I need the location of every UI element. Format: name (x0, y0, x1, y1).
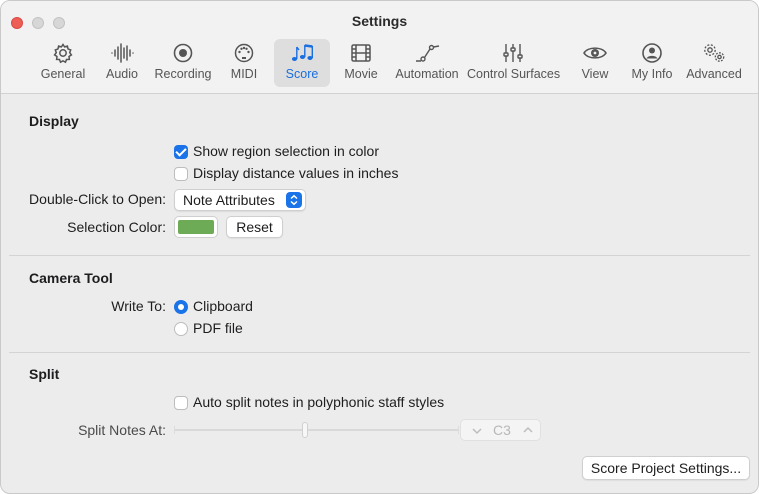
tab-movie-label: Movie (344, 67, 378, 81)
double-click-value: Note Attributes (183, 192, 275, 208)
section-divider (9, 352, 750, 353)
tab-advanced-label: Advanced (686, 67, 742, 81)
slider-tick (174, 426, 175, 434)
chevron-down-icon[interactable] (471, 426, 483, 436)
eye-icon (583, 47, 607, 59)
waveform-icon (111, 43, 134, 63)
tab-my-info[interactable]: My Info (625, 39, 679, 87)
tab-audio-label: Audio (106, 67, 138, 81)
faders-icon (503, 44, 523, 62)
chevron-updown-icon (286, 192, 302, 208)
tab-view-label: View (581, 67, 609, 81)
split-note-value: C3 (493, 422, 511, 438)
auto-split-label: Auto split notes in polyphonic staff sty… (193, 394, 445, 410)
tab-recording-label: Recording (154, 67, 212, 81)
tab-score[interactable]: Score (274, 39, 330, 87)
midi-port-icon (234, 43, 254, 63)
gear-icon (53, 43, 73, 64)
tab-general-label: General (40, 67, 86, 81)
tab-automation[interactable]: Automation (391, 39, 463, 87)
tab-view[interactable]: View (575, 39, 615, 87)
tab-control-surfaces-label: Control Surfaces (467, 67, 561, 81)
tab-recording[interactable]: Recording (151, 39, 215, 87)
selection-color-well[interactable] (174, 216, 218, 238)
score-settings-pane: Display Show region selection in color D… (9, 99, 750, 487)
record-icon (173, 43, 193, 63)
tab-midi[interactable]: MIDI (221, 39, 267, 87)
title-bar: Settings General Audio Recording MIDI Sc… (1, 1, 758, 94)
display-distance-inches-label: Display distance values in inches (193, 165, 399, 181)
auto-split-checkbox[interactable] (174, 396, 188, 410)
window-title: Settings (351, 13, 408, 29)
display-distance-inches-checkbox[interactable] (174, 167, 188, 181)
chevron-up-icon[interactable] (522, 425, 534, 435)
selection-color-fill (178, 220, 214, 234)
display-section-title: Display (29, 113, 79, 129)
slider-knob[interactable] (302, 422, 308, 438)
tab-control-surfaces[interactable]: Control Surfaces (467, 39, 561, 87)
section-divider (9, 255, 750, 256)
camera-section-title: Camera Tool (29, 270, 113, 286)
clipboard-label: Clipboard (193, 298, 253, 314)
split-notes-at-label: Split Notes At: (78, 422, 166, 438)
tab-midi-label: MIDI (230, 67, 258, 81)
person-icon (642, 43, 662, 63)
tab-audio[interactable]: Audio (99, 39, 145, 87)
split-section-title: Split (29, 366, 60, 382)
pdf-file-label: PDF file (193, 320, 243, 336)
reset-button[interactable]: Reset (226, 216, 283, 238)
film-icon (351, 44, 371, 62)
music-notes-icon (291, 44, 313, 61)
double-click-label: Double-Click to Open: (29, 191, 166, 207)
settings-toolbar: General Audio Recording MIDI Score Movie… (1, 35, 758, 89)
clipboard-radio[interactable] (174, 300, 188, 314)
split-note-stepper[interactable]: C3 (460, 419, 541, 441)
selection-color-label: Selection Color: (67, 219, 166, 235)
tab-general[interactable]: General (33, 39, 93, 87)
tab-advanced[interactable]: Advanced (683, 39, 745, 87)
tab-score-label: Score (285, 67, 319, 81)
settings-window: Settings General Audio Recording MIDI Sc… (0, 0, 759, 494)
score-project-settings-button[interactable]: Score Project Settings... (582, 456, 750, 480)
split-notes-slider[interactable] (174, 422, 459, 438)
automation-curve-icon (416, 44, 440, 62)
tab-movie[interactable]: Movie (337, 39, 385, 87)
write-to-label: Write To: (111, 298, 166, 314)
show-region-selection-label: Show region selection in color (193, 143, 379, 159)
pdf-file-radio[interactable] (174, 322, 188, 336)
tab-automation-label: Automation (395, 67, 459, 81)
slider-tick (458, 426, 459, 434)
tab-my-info-label: My Info (631, 67, 673, 81)
show-region-selection-checkbox[interactable] (174, 145, 188, 159)
gears-icon (704, 44, 725, 62)
double-click-popup[interactable]: Note Attributes (174, 189, 306, 211)
